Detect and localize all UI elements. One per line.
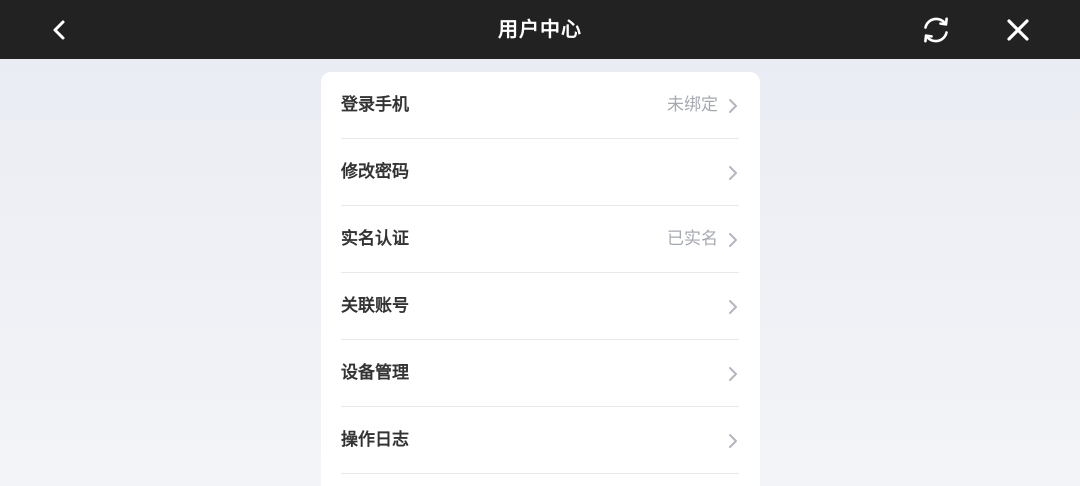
settings-card: 登录手机 未绑定 修改密码 实名认证 已实名 关联账号 设备管理 操作日志 xyxy=(321,72,760,486)
menu-item-device-management[interactable]: 设备管理 xyxy=(341,340,739,407)
menu-item-label: 关联账号 xyxy=(341,296,409,316)
menu-item-operation-log[interactable]: 操作日志 xyxy=(341,407,739,474)
menu-item-login-phone[interactable]: 登录手机 未绑定 xyxy=(341,72,739,139)
refresh-button[interactable] xyxy=(916,10,956,50)
close-icon xyxy=(1007,19,1029,41)
chevron-right-icon xyxy=(729,99,737,113)
close-button[interactable] xyxy=(998,10,1038,50)
menu-item-label: 实名认证 xyxy=(341,229,409,249)
menu-item-value: 未绑定 xyxy=(667,95,718,115)
menu-item-label: 设备管理 xyxy=(341,363,409,383)
chevron-right-icon xyxy=(729,434,737,448)
refresh-icon xyxy=(924,17,948,43)
menu-item-change-password[interactable]: 修改密码 xyxy=(341,139,739,206)
menu-item-label: 操作日志 xyxy=(341,430,409,450)
chevron-right-icon xyxy=(729,233,737,247)
chevron-right-icon xyxy=(729,166,737,180)
chevron-right-icon xyxy=(729,367,737,381)
divider xyxy=(341,473,739,474)
menu-item-real-name[interactable]: 实名认证 已实名 xyxy=(341,206,739,273)
menu-item-label: 登录手机 xyxy=(341,95,409,115)
menu-item-value: 已实名 xyxy=(667,229,718,249)
chevron-right-icon xyxy=(729,300,737,314)
menu-item-linked-accounts[interactable]: 关联账号 xyxy=(341,273,739,340)
top-bar: 用户中心 xyxy=(0,0,1080,59)
menu-item-label: 修改密码 xyxy=(341,162,409,182)
